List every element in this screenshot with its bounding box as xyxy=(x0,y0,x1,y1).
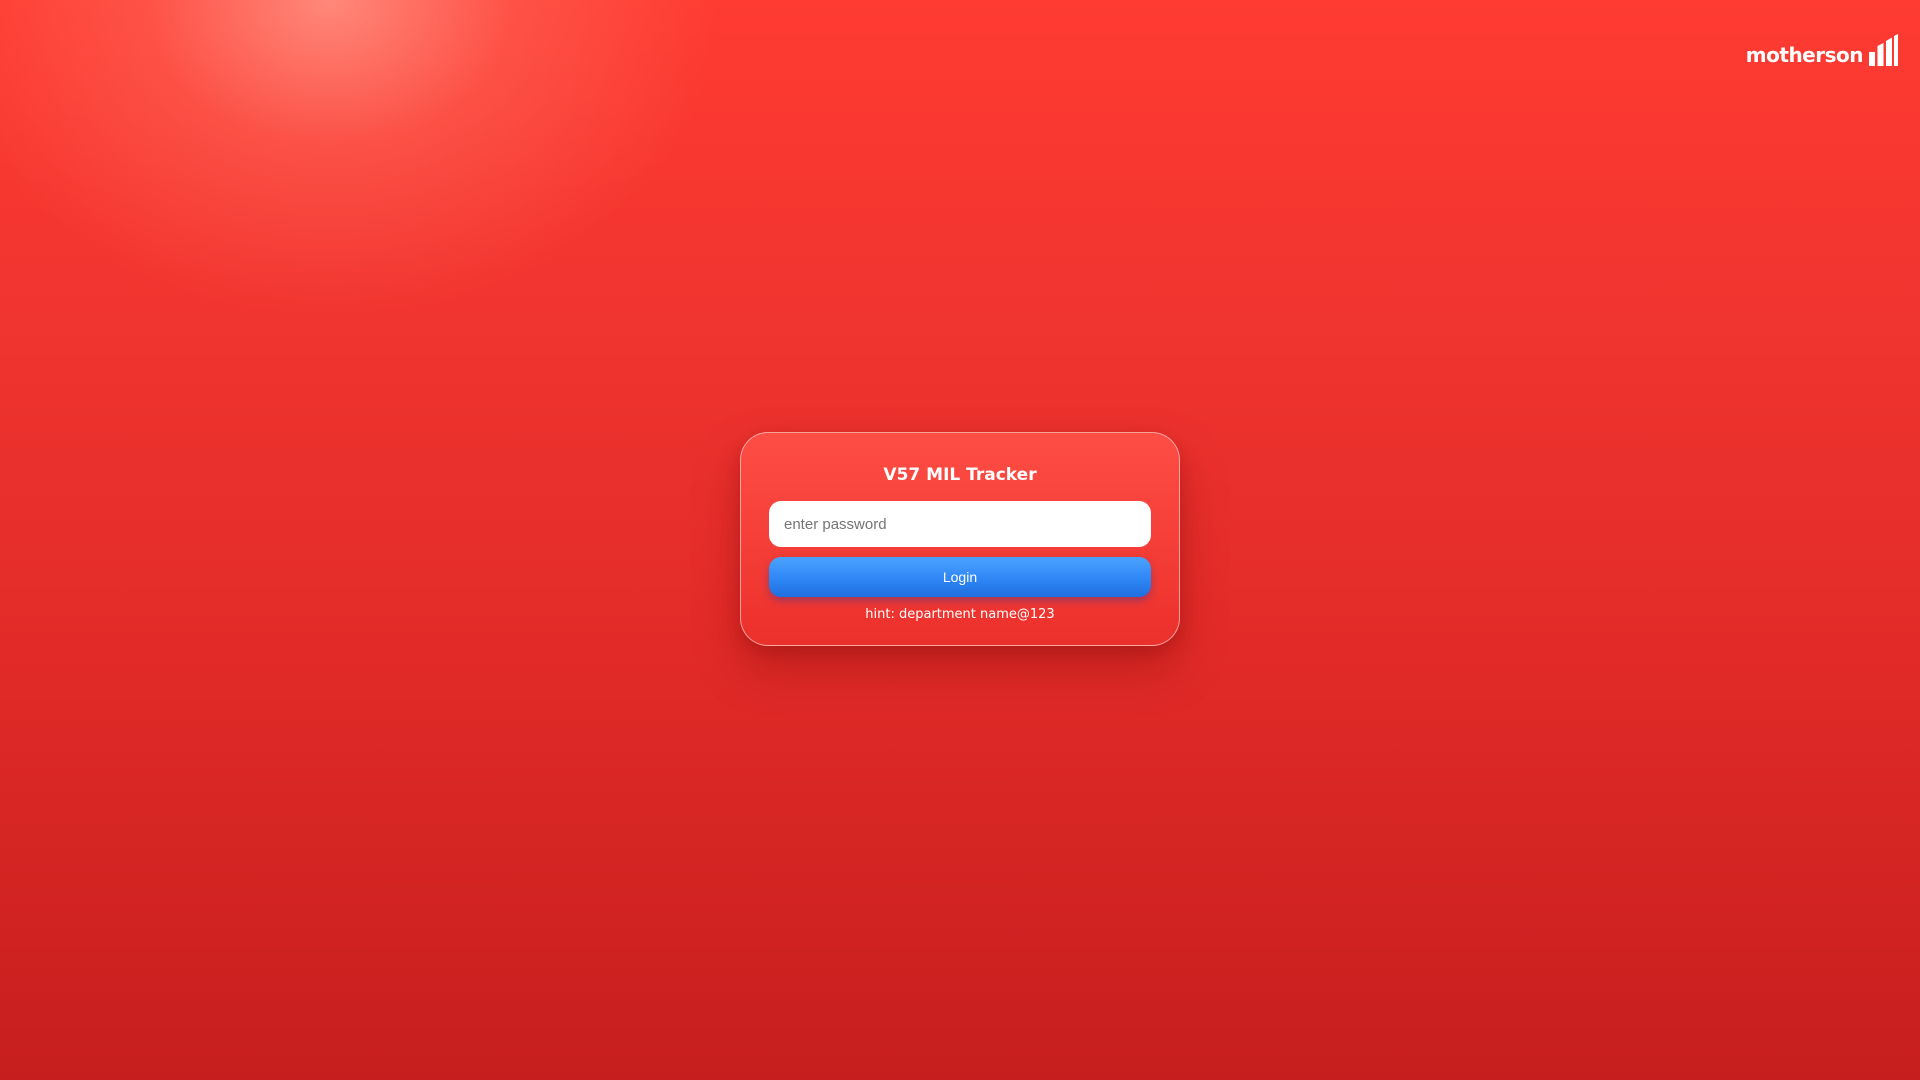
brand-name: motherson xyxy=(1745,43,1864,67)
login-button[interactable]: Login xyxy=(769,557,1151,597)
login-card: V57 MIL Tracker Login hint: department n… xyxy=(740,432,1180,646)
password-hint: hint: department name@123 xyxy=(865,607,1055,622)
login-title: V57 MIL Tracker xyxy=(883,465,1037,485)
motherson-bars-icon xyxy=(1869,34,1898,66)
brand-logo: motherson xyxy=(1746,34,1898,66)
password-input[interactable] xyxy=(769,501,1151,547)
